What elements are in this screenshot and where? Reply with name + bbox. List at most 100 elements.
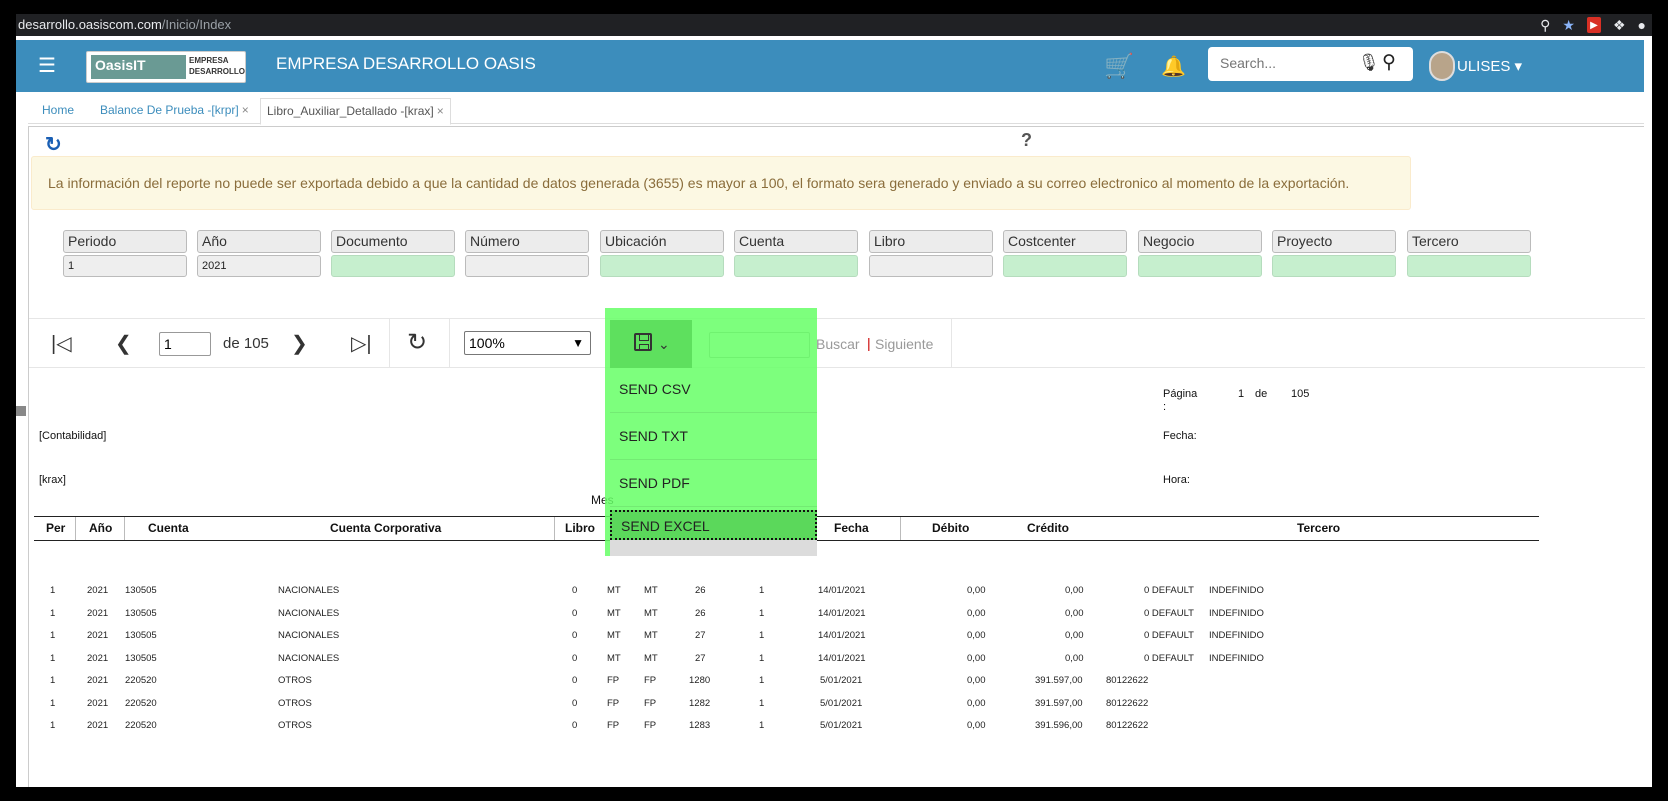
cell-credito: 0,00 bbox=[1065, 630, 1084, 641]
param-costcenter: Costcenter bbox=[1003, 230, 1127, 277]
search-icon[interactable]: ⚲ bbox=[1382, 51, 1396, 74]
report-content: ↻ ? La información del reporte no puede … bbox=[28, 126, 1645, 787]
cell-tercero: 80122622 bbox=[1106, 698, 1149, 709]
cell-tercero-nombre: INDEFINIDO bbox=[1209, 653, 1264, 664]
report-module: [Contabilidad] bbox=[39, 430, 107, 442]
cell-cuenta: 130505 bbox=[125, 653, 157, 664]
logo-main-text: OasisIT bbox=[91, 55, 186, 79]
cell-doc2: FP bbox=[644, 675, 657, 686]
param-value[interactable] bbox=[600, 255, 724, 277]
param-value[interactable] bbox=[1272, 255, 1396, 277]
column-header: Cuenta bbox=[148, 521, 189, 535]
cell-debito: 0,00 bbox=[967, 653, 986, 664]
cell-cuenta-corporativa: OTROS bbox=[278, 675, 312, 686]
first-page-icon[interactable]: |◁ bbox=[51, 331, 72, 356]
export-send-pdf[interactable]: SEND PDF bbox=[610, 460, 817, 507]
cell-fecha: 14/01/2021 bbox=[818, 608, 866, 619]
company-logo[interactable]: OasisIT EMPRESA DESARROLLO bbox=[86, 51, 246, 83]
find-separator: | bbox=[867, 335, 871, 351]
cart-icon[interactable]: 🛒 bbox=[1104, 52, 1134, 81]
param-value[interactable] bbox=[1407, 255, 1531, 277]
cell-numero: 1282 bbox=[689, 698, 711, 709]
param-label: Negocio bbox=[1138, 230, 1262, 253]
export-save-button[interactable]: ⌄ bbox=[610, 320, 692, 368]
cell-doc: FP bbox=[607, 698, 620, 709]
cell-fecha: 5/01/2021 bbox=[820, 720, 863, 731]
cell-ubic: 1 bbox=[759, 675, 765, 686]
extensions-puzzle-icon[interactable]: ❖ bbox=[1613, 16, 1626, 34]
param-value[interactable] bbox=[734, 255, 858, 277]
param-value[interactable] bbox=[869, 255, 993, 277]
refresh-icon[interactable]: ↻ bbox=[45, 132, 62, 157]
search-input[interactable] bbox=[1220, 55, 1340, 71]
tab-balance-de-prueba[interactable]: Balance De Prueba -[krpr] × bbox=[94, 98, 255, 125]
page-number-input[interactable]: 1 bbox=[159, 332, 211, 356]
tab-label: Libro_Auxiliar_Detallado -[krax] bbox=[267, 104, 434, 118]
cell-credito: 0,00 bbox=[1065, 585, 1084, 596]
page-count-label: de 105 bbox=[223, 335, 269, 352]
toolbar-divider bbox=[951, 319, 952, 368]
export-send-txt[interactable]: SEND TXT bbox=[610, 413, 817, 460]
cell-libro: 0 bbox=[572, 720, 578, 731]
zoom-select[interactable]: 100% ▼ bbox=[464, 331, 591, 355]
cell-doc2: MT bbox=[644, 630, 658, 641]
last-page-icon[interactable]: ▷| bbox=[351, 331, 372, 356]
cell-credito: 391.597,00 bbox=[1035, 698, 1083, 709]
param-value[interactable]: 2021 bbox=[197, 255, 321, 277]
cell-doc2: FP bbox=[644, 698, 657, 709]
reload-icon[interactable]: ↻ bbox=[407, 328, 427, 357]
cell-tercero-nombre: INDEFINIDO bbox=[1209, 608, 1264, 619]
cell-cuenta: 220520 bbox=[125, 720, 157, 731]
export-send-csv[interactable]: SEND CSV bbox=[610, 366, 817, 413]
help-icon[interactable]: ? bbox=[1021, 130, 1032, 151]
menu-hamburger-icon[interactable]: ☰ bbox=[38, 53, 58, 77]
report-toolbar: |◁ ❮ 1 de 105 ❯ ▷| ↻ 100% ▼ Buscar | Sigu… bbox=[29, 318, 1645, 368]
param-label: Tercero bbox=[1407, 230, 1531, 253]
report-page-num: 1 bbox=[1238, 388, 1245, 400]
cell-cuenta: 220520 bbox=[125, 675, 157, 686]
user-menu[interactable]: ULISES ▾ bbox=[1457, 57, 1522, 75]
cell-cuenta-corporativa: NACIONALES bbox=[278, 630, 340, 641]
param-ano: Año 2021 bbox=[197, 230, 321, 277]
url-text[interactable]: desarrollo.oasiscom.com/Inicio/Index bbox=[18, 14, 231, 36]
cell-ano: 2021 bbox=[87, 675, 109, 686]
close-icon[interactable]: × bbox=[242, 103, 249, 117]
tab-label: Home bbox=[42, 103, 75, 117]
cell-doc: FP bbox=[607, 720, 620, 731]
find-next-button[interactable]: Siguiente bbox=[875, 336, 933, 352]
tab-home[interactable]: Home bbox=[36, 98, 80, 125]
export-warning-alert: La información del reporte no puede ser … bbox=[31, 156, 1411, 210]
cell-ubic: 1 bbox=[759, 630, 765, 641]
cell-tercero-nombre: INDEFINIDO bbox=[1209, 630, 1264, 641]
tab-libro-auxiliar[interactable]: Libro_Auxiliar_Detallado -[krax] × bbox=[260, 98, 451, 125]
param-value[interactable] bbox=[331, 255, 455, 277]
cell-per: 1 bbox=[50, 630, 56, 641]
address-bar[interactable]: desarrollo.oasiscom.com/Inicio/Index ⚲ ★… bbox=[16, 14, 1652, 36]
prev-page-icon[interactable]: ❮ bbox=[115, 331, 132, 356]
cell-tercero: 0 DEFAULT bbox=[1144, 585, 1194, 596]
param-value[interactable] bbox=[465, 255, 589, 277]
param-value[interactable] bbox=[1003, 255, 1127, 277]
export-send-excel[interactable]: SEND EXCEL bbox=[610, 510, 817, 540]
pdf-extension-icon[interactable]: ▶ bbox=[1586, 17, 1601, 33]
next-page-icon[interactable]: ❯ bbox=[291, 331, 308, 356]
param-value[interactable]: 1 bbox=[63, 255, 187, 277]
side-resize-handle[interactable] bbox=[16, 406, 26, 416]
zoom-icon[interactable]: ⚲ bbox=[1540, 16, 1550, 34]
cell-libro: 0 bbox=[572, 698, 578, 709]
cell-per: 1 bbox=[50, 653, 56, 664]
bookmark-star-icon[interactable]: ★ bbox=[1562, 16, 1575, 34]
cell-tercero: 0 DEFAULT bbox=[1144, 630, 1194, 641]
close-icon[interactable]: × bbox=[437, 104, 444, 118]
cell-numero: 1280 bbox=[689, 675, 711, 686]
avatar[interactable] bbox=[1429, 51, 1455, 81]
bell-icon[interactable]: 🔔 bbox=[1161, 54, 1186, 79]
microphone-icon[interactable]: 🎙 bbox=[1358, 53, 1380, 73]
cell-numero: 26 bbox=[695, 585, 706, 596]
cell-fecha: 14/01/2021 bbox=[818, 585, 866, 596]
param-value[interactable] bbox=[1138, 255, 1262, 277]
find-button[interactable]: Buscar bbox=[816, 336, 860, 352]
profile-icon[interactable]: ● bbox=[1638, 16, 1646, 34]
cell-tercero: 80122622 bbox=[1106, 720, 1149, 731]
cell-cuenta: 130505 bbox=[125, 585, 157, 596]
